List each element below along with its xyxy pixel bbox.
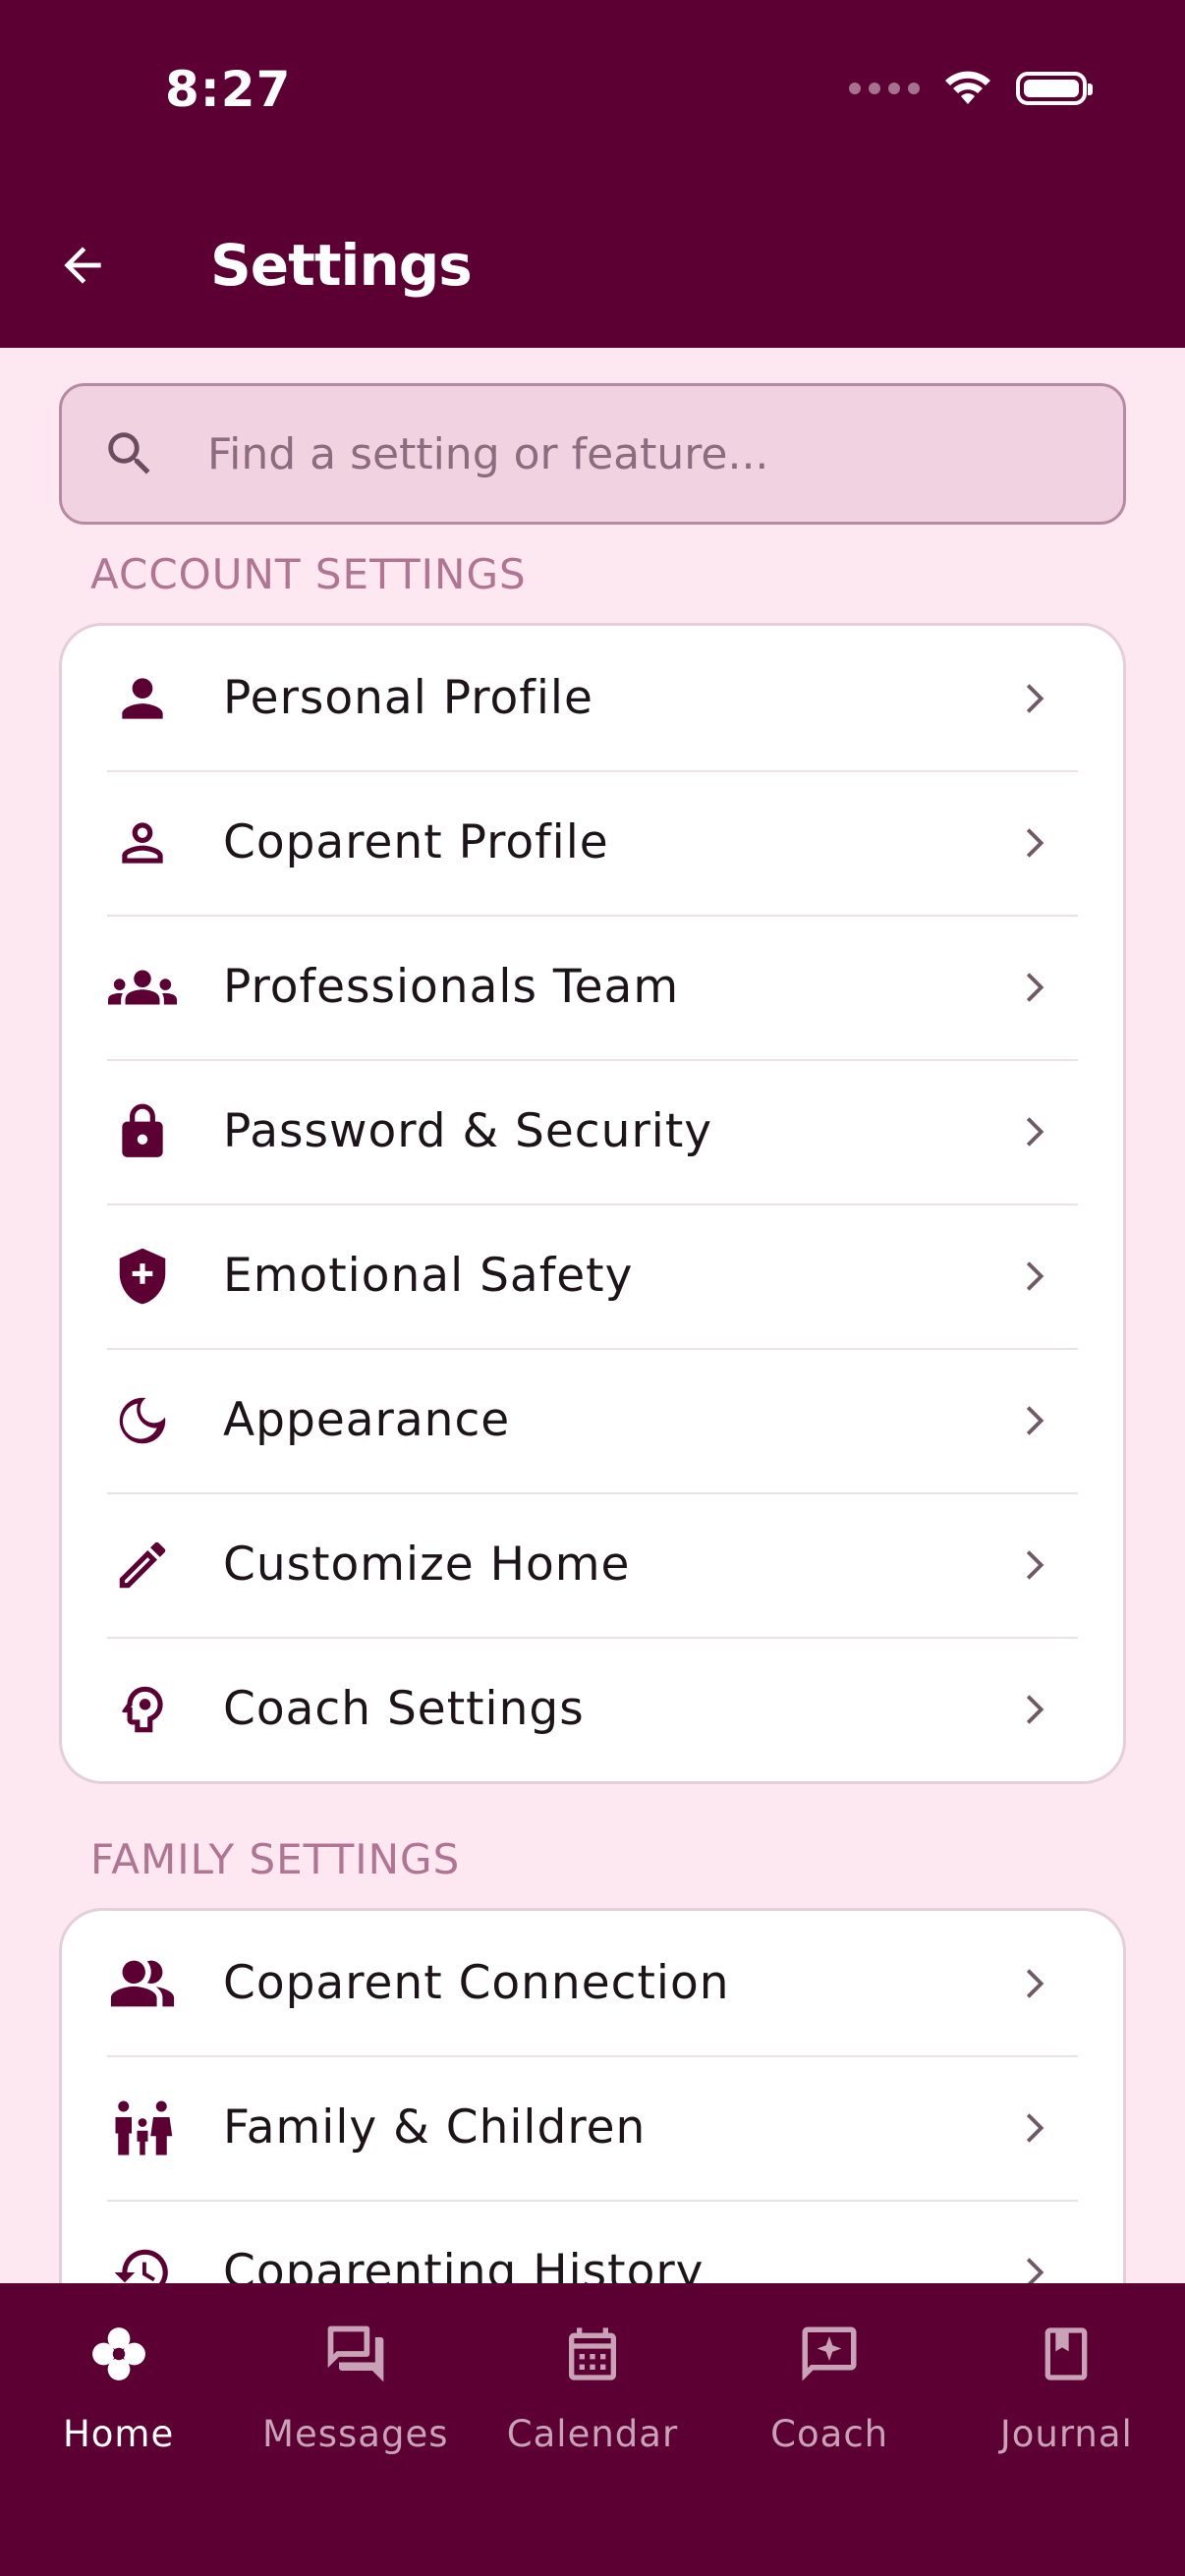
head-gear-icon [105,1672,180,1747]
settings-row-emotional-safety[interactable]: Emotional Safety [62,1204,1123,1348]
chevron-right-icon [1009,2103,1058,2153]
person-outline-icon [105,806,180,880]
status-icons [849,69,1093,108]
chevron-right-icon [1009,674,1058,723]
journal-icon [1029,2317,1103,2391]
coach-sparkle-icon [792,2317,867,2391]
account-settings-card: Personal Profile Coparent Profile Profes… [59,623,1126,1784]
nav-label: Home [62,2413,175,2455]
status-time: 8:27 [165,61,292,118]
settings-row-label: Password & Security [223,1104,713,1158]
chevron-right-icon [1009,1107,1058,1156]
settings-row-personal-profile[interactable]: Personal Profile [62,626,1123,770]
settings-row-professionals-team[interactable]: Professionals Team [62,915,1123,1059]
search-icon [108,432,150,475]
settings-row-label: Coach Settings [223,1682,585,1736]
nav-item-journal[interactable]: Journal [948,2283,1185,2576]
settings-row-customize-home[interactable]: Customize Home [62,1492,1123,1637]
shield-plus-icon [105,1239,180,1314]
nav-label: Messages [262,2413,449,2455]
pencil-icon [105,1528,180,1602]
settings-row-appearance[interactable]: Appearance [62,1348,1123,1492]
chevron-right-icon [1009,1540,1058,1590]
messages-icon [318,2317,393,2391]
search-bar[interactable] [59,383,1126,525]
settings-row-label: Professionals Team [223,960,680,1014]
settings-row-label: Family & Children [223,2100,647,2155]
nav-item-calendar[interactable]: Calendar [474,2283,710,2576]
search-input[interactable] [205,427,1054,480]
arrow-left-icon [64,247,101,284]
settings-row-label: Coparent Connection [223,1956,730,2010]
nav-item-messages[interactable]: Messages [237,2283,474,2576]
section-title-family: FAMILY SETTINGS [90,1835,461,1883]
section-title-account: ACCOUNT SETTINGS [90,550,527,598]
chevron-right-icon [1009,1959,1058,2008]
settings-row-family-children[interactable]: Family & Children [62,2055,1123,2200]
nav-label: Journal [999,2413,1133,2455]
wifi-icon [945,71,990,104]
nav-label: Calendar [506,2413,679,2455]
groups-icon [105,950,180,1025]
chevron-right-icon [1009,1396,1058,1445]
settings-row-coparent-profile[interactable]: Coparent Profile [62,770,1123,915]
calendar-icon [555,2317,630,2391]
settings-row-coparent-connection[interactable]: Coparent Connection [62,1911,1123,2055]
people-icon [105,1946,180,2021]
lock-icon [105,1094,180,1169]
nav-label: Coach [770,2413,889,2455]
settings-row-label: Emotional Safety [223,1249,634,1303]
settings-row-coach-settings[interactable]: Coach Settings [62,1637,1123,1781]
chevron-right-icon [1009,1252,1058,1301]
nav-item-coach[interactable]: Coach [711,2283,948,2576]
settings-row-label: Appearance [223,1393,511,1447]
chevron-right-icon [1009,818,1058,868]
settings-row-label: Personal Profile [223,671,593,725]
family-icon [105,2091,180,2165]
settings-row-label: Customize Home [223,1538,631,1592]
flower-icon [82,2317,156,2391]
signal-dots-icon [849,83,920,94]
app-bar: Settings [0,196,1185,348]
page-title: Settings [210,232,473,299]
chevron-right-icon [1009,1685,1058,1734]
battery-icon [1016,72,1093,105]
chevron-right-icon [1009,963,1058,1012]
nav-item-home[interactable]: Home [0,2283,237,2576]
moon-icon [105,1383,180,1458]
back-button[interactable] [51,234,114,297]
status-bar: 8:27 [0,0,1185,196]
person-icon [105,661,180,736]
settings-row-label: Coparent Profile [223,815,609,869]
settings-row-password-security[interactable]: Password & Security [62,1059,1123,1204]
bottom-nav: Home Messages Calendar Coach Journal [0,2283,1185,2576]
